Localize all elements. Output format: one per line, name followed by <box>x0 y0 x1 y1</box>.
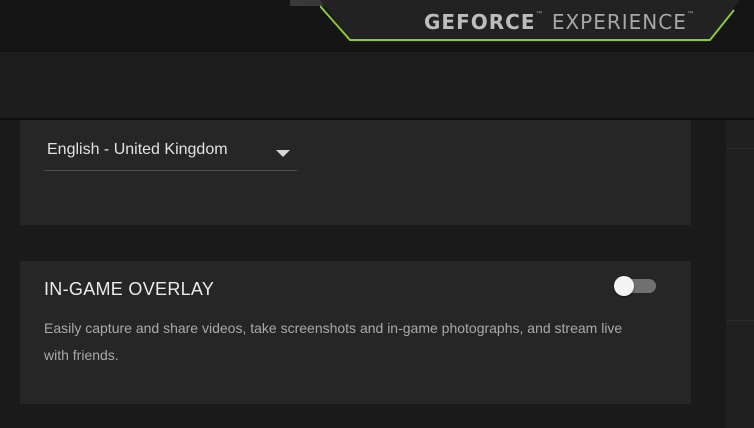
trademark-mark: ™ <box>686 10 696 19</box>
trademark-mark: ™ <box>535 10 545 19</box>
overlay-description: Easily capture and share videos, take sc… <box>44 320 623 363</box>
divider <box>726 148 754 149</box>
overlay-title: IN-GAME OVERLAY <box>44 279 215 299</box>
divider <box>726 320 754 321</box>
side-panel-edge <box>726 120 754 428</box>
geforce-experience-logo-tab: GEFORCE™ EXPERIENCE™ <box>320 0 740 46</box>
brand-name-light: EXPERIENCE <box>551 10 687 34</box>
language-panel: English - United Kingdom <box>20 120 691 225</box>
language-dropdown-value: English - United Kingdom <box>47 141 228 158</box>
brand-wordmark: GEFORCE™ EXPERIENCE™ <box>424 10 696 34</box>
in-game-overlay-panel: IN-GAME OVERLAY Easily capture and share… <box>20 261 691 404</box>
toggle-knob <box>614 276 634 296</box>
overlay-toggle[interactable] <box>614 276 657 296</box>
navigation-bar <box>0 52 754 120</box>
brand-name-bold: GEFORCE <box>424 10 536 34</box>
language-dropdown[interactable]: English - United Kingdom <box>44 138 297 171</box>
chevron-down-icon <box>276 150 290 157</box>
